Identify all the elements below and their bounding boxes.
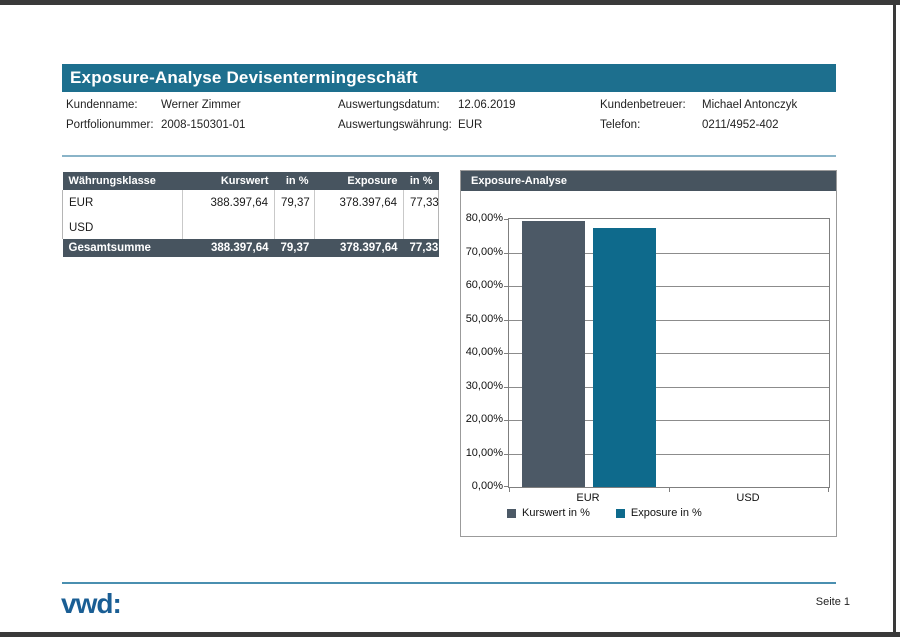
- x-axis-label: EUR: [548, 492, 628, 504]
- col-kurswert: Kurswert: [183, 172, 275, 190]
- legend-label: Exposure in %: [631, 507, 702, 519]
- cell-kurswert-prozent: [275, 216, 315, 239]
- cell-exposure: 378.397,64: [315, 190, 404, 216]
- report-title-bar: Exposure-Analyse Devisentermingeschäft: [62, 64, 836, 92]
- auswertungswaehrung-label: Auswertungswährung:: [338, 119, 452, 131]
- x-axis-label: USD: [708, 492, 788, 504]
- total-kurswert: 388.397,64: [183, 239, 275, 257]
- y-tick: [504, 286, 509, 287]
- chart-plot-area: [508, 218, 830, 488]
- page-number: Seite 1: [816, 596, 850, 608]
- auswertungsdatum-label: Auswertungsdatum:: [338, 99, 440, 111]
- y-axis-label: 30,00%: [461, 380, 503, 392]
- y-axis-label: 50,00%: [461, 313, 503, 325]
- total-label: Gesamtsumme: [63, 239, 183, 257]
- report-page: Exposure-Analyse Devisentermingeschäft K…: [0, 0, 900, 637]
- footer-divider: [62, 582, 836, 584]
- kundenname-value: Werner Zimmer: [161, 99, 241, 111]
- col-kurswert-prozent: in %: [275, 172, 315, 190]
- cell-currency: EUR: [63, 190, 183, 216]
- chart-bar: [593, 228, 656, 487]
- y-axis-label: 60,00%: [461, 279, 503, 291]
- legend-swatch-icon: [616, 509, 625, 518]
- y-axis-label: 20,00%: [461, 413, 503, 425]
- cell-currency: USD: [63, 216, 183, 239]
- chart-legend: Kurswert in % Exposure in %: [507, 507, 702, 519]
- col-exposure: Exposure: [315, 172, 404, 190]
- col-exposure-prozent: in %: [404, 172, 439, 190]
- y-axis-label: 40,00%: [461, 346, 503, 358]
- x-tick: [828, 487, 829, 492]
- chart-bar: [522, 221, 585, 487]
- header-divider: [62, 155, 836, 157]
- kundenname-label: Kundenname:: [66, 99, 138, 111]
- telefon-label: Telefon:: [600, 119, 640, 131]
- cell-kurswert: 388.397,64: [183, 190, 275, 216]
- total-kurswert-prozent: 79,37: [275, 239, 315, 257]
- exposure-table: Währungsklasse Kurswert in % Exposure in…: [62, 172, 439, 257]
- cell-exposure-prozent: 77,33: [404, 190, 439, 216]
- legend-item: Kurswert in %: [507, 507, 590, 519]
- legend-swatch-icon: [507, 509, 516, 518]
- table-total-row: Gesamtsumme 388.397,64 79,37 378.397,64 …: [63, 239, 439, 257]
- col-waehrungsklasse: Währungsklasse: [63, 172, 183, 190]
- table-row-usd: USD: [63, 216, 439, 239]
- auswertungsdatum-value: 12.06.2019: [458, 99, 516, 111]
- chart-panel: Exposure-Analyse Kurswert in % Exposure i…: [460, 170, 837, 537]
- window-border-top: [0, 0, 900, 5]
- legend-label: Kurswert in %: [522, 507, 590, 519]
- window-border-bottom: [0, 632, 900, 637]
- legend-item: Exposure in %: [616, 507, 702, 519]
- y-tick: [504, 454, 509, 455]
- kundenbetreuer-value: Michael Antonczyk: [702, 99, 797, 111]
- cell-kurswert-prozent: 79,37: [275, 190, 315, 216]
- total-exposure-prozent: 77,33: [404, 239, 439, 257]
- total-exposure: 378.397,64: [315, 239, 404, 257]
- x-tick: [669, 487, 670, 492]
- portfolionummer-value: 2008-150301-01: [161, 119, 245, 131]
- x-tick: [509, 487, 510, 492]
- cell-kurswert: [183, 216, 275, 239]
- chart-panel-title: Exposure-Analyse: [461, 171, 836, 191]
- telefon-value: 0211/4952-402: [702, 119, 779, 131]
- window-border-right: [893, 0, 896, 637]
- portfolionummer-label: Portfolionummer:: [66, 119, 154, 131]
- y-axis-label: 10,00%: [461, 447, 503, 459]
- cell-exposure: [315, 216, 404, 239]
- y-axis-label: 70,00%: [461, 246, 503, 258]
- y-tick: [504, 253, 509, 254]
- kundenbetreuer-label: Kundenbetreuer:: [600, 99, 686, 111]
- y-tick: [504, 320, 509, 321]
- y-tick: [504, 353, 509, 354]
- y-tick: [504, 420, 509, 421]
- auswertungswaehrung-value: EUR: [458, 119, 482, 131]
- table-header-row: Währungsklasse Kurswert in % Exposure in…: [63, 172, 439, 190]
- y-tick: [504, 219, 509, 220]
- y-axis-label: 0,00%: [461, 480, 503, 492]
- y-axis-label: 80,00%: [461, 212, 503, 224]
- table-row-eur: EUR 388.397,64 79,37 378.397,64 77,33: [63, 190, 439, 216]
- vwd-logo: vwd:: [61, 588, 121, 620]
- report-title: Exposure-Analyse Devisentermingeschäft: [62, 68, 418, 88]
- cell-exposure-prozent: [404, 216, 439, 239]
- y-tick: [504, 387, 509, 388]
